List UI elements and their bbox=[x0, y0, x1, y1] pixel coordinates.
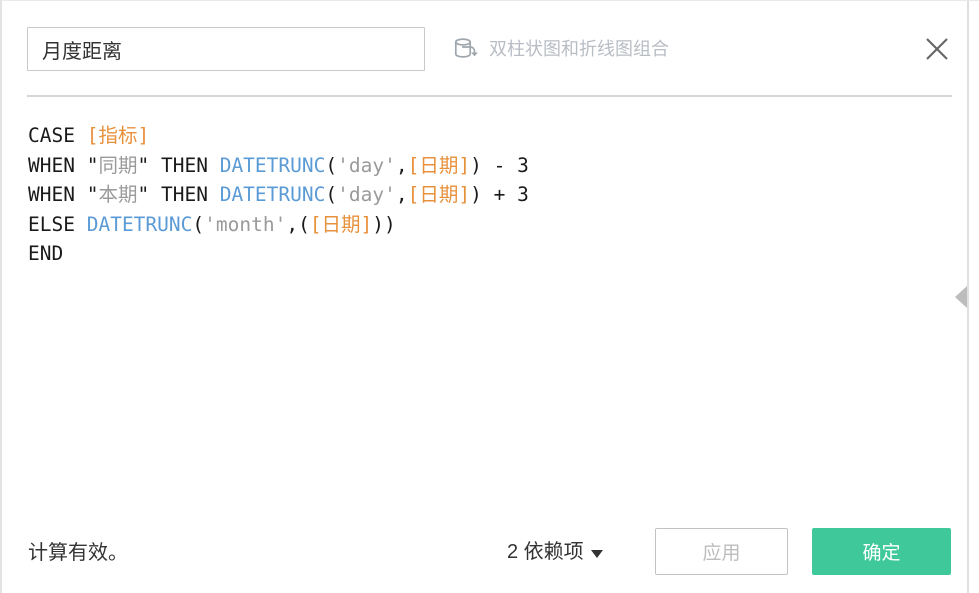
code-token-punc: " bbox=[86, 153, 99, 177]
apply-button[interactable]: 应用 bbox=[655, 528, 788, 575]
code-token-kw: WHEN bbox=[28, 183, 75, 206]
datasource-indicator: 双柱状图和折线图组合 bbox=[450, 31, 669, 67]
validation-status: 计算有效。 bbox=[28, 542, 128, 564]
code-token-str: 'day' bbox=[337, 153, 396, 177]
code-token-punc: ) bbox=[470, 153, 482, 177]
code-token-kw: WHEN bbox=[28, 153, 75, 177]
code-token-punc bbox=[505, 183, 517, 206]
code-token-punc: ,( bbox=[286, 212, 310, 236]
code-token-punc bbox=[482, 154, 494, 177]
code-token-kw: THEN bbox=[160, 153, 208, 177]
code-token-punc bbox=[149, 154, 161, 177]
dialog-header: 双柱状图和折线图组合 bbox=[2, 1, 979, 97]
code-token-punc: " bbox=[86, 183, 99, 206]
code-token-punc: , bbox=[395, 153, 408, 177]
code-token-punc bbox=[75, 183, 87, 206]
code-token-punc bbox=[505, 154, 517, 177]
code-token-fn: DATETRUNC bbox=[219, 153, 326, 177]
code-token-punc: )) bbox=[372, 212, 396, 236]
code-token-punc bbox=[75, 154, 87, 177]
code-token-punc bbox=[75, 213, 87, 236]
right-rail bbox=[967, 1, 979, 593]
triangle-left-icon[interactable] bbox=[955, 286, 967, 308]
code-token-punc bbox=[149, 183, 161, 206]
code-token-field: [指标] bbox=[86, 124, 150, 147]
code-token-str: 'month' bbox=[204, 212, 287, 236]
header-divider bbox=[27, 95, 952, 97]
code-token-punc: ( bbox=[325, 153, 338, 177]
field-name-input[interactable] bbox=[27, 27, 425, 71]
calculated-field-editor-dialog: 双柱状图和折线图组合 CASE [指标] WHEN "同期" THEN DATE… bbox=[0, 0, 979, 593]
dependencies-dropdown[interactable]: 2 依赖项 bbox=[507, 542, 603, 562]
code-token-punc: " bbox=[137, 153, 150, 177]
code-token-punc bbox=[208, 154, 220, 177]
code-token-kw: CASE bbox=[28, 124, 75, 147]
code-token-num: 3 bbox=[517, 183, 529, 206]
code-token-punc: ( bbox=[192, 212, 205, 236]
code-token-punc bbox=[482, 183, 494, 206]
code-token-kw: END bbox=[28, 242, 64, 265]
close-icon bbox=[924, 36, 950, 62]
code-token-punc: ( bbox=[325, 183, 338, 206]
code-token-fn: DATETRUNC bbox=[86, 212, 193, 236]
code-token-punc: - bbox=[493, 153, 506, 177]
code-token-punc bbox=[75, 124, 87, 147]
code-token-kw: ELSE bbox=[28, 212, 75, 236]
database-icon bbox=[450, 34, 480, 64]
code-token-field: [日期] bbox=[309, 212, 373, 236]
code-token-str: 'day' bbox=[337, 183, 396, 206]
code-token-field: [日期] bbox=[407, 183, 471, 206]
code-token-kw: THEN bbox=[160, 183, 208, 206]
code-token-fn: DATETRUNC bbox=[219, 183, 326, 206]
dependencies-label: 2 依赖项 bbox=[507, 541, 584, 563]
dialog-footer: 计算有效。 2 依赖项 应用 确定 bbox=[2, 509, 967, 593]
close-button[interactable] bbox=[914, 27, 960, 71]
datasource-label: 双柱状图和折线图组合 bbox=[489, 39, 669, 59]
code-token-field: [日期] bbox=[407, 153, 471, 177]
ok-button[interactable]: 确定 bbox=[812, 528, 951, 575]
chevron-down-icon bbox=[590, 549, 603, 558]
code-token-str: 本期 bbox=[98, 183, 138, 206]
formula-editor[interactable]: CASE [指标] WHEN "同期" THEN DATETRUNC('day'… bbox=[2, 105, 967, 509]
code-token-punc: + bbox=[493, 183, 506, 206]
code-token-punc: " bbox=[137, 183, 150, 206]
formula-code[interactable]: CASE [指标] WHEN "同期" THEN DATETRUNC('day'… bbox=[2, 105, 967, 269]
code-token-punc: ) bbox=[470, 183, 482, 206]
code-token-str: 同期 bbox=[98, 153, 138, 177]
code-token-punc bbox=[208, 183, 220, 206]
code-token-num: 3 bbox=[517, 153, 529, 177]
code-token-punc: , bbox=[395, 183, 408, 206]
